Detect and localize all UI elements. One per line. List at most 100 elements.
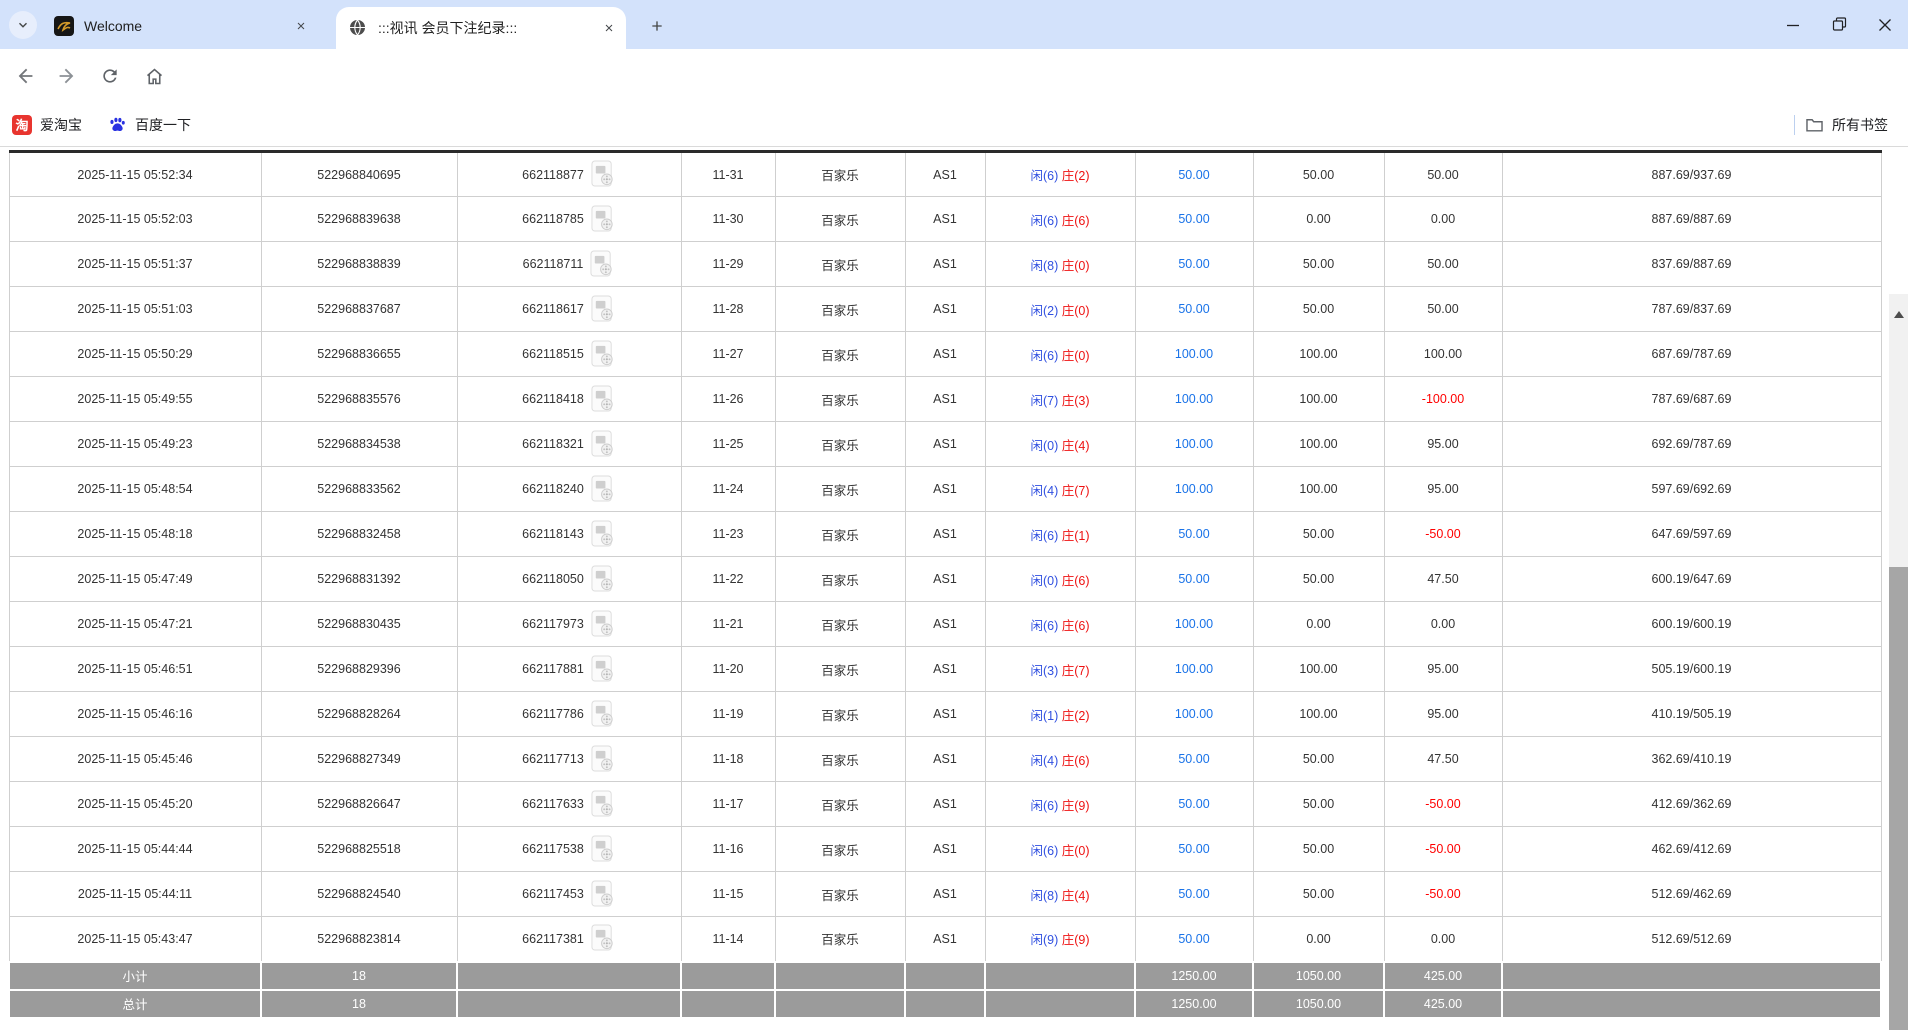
cell-bet-amount: 100.00: [1135, 422, 1253, 467]
video-record-icon[interactable]: [591, 924, 616, 953]
total-row: 总计181250.001050.00425.00: [9, 990, 1881, 1018]
round-number: 662117381: [522, 932, 584, 946]
scrollbar-thumb[interactable]: [1889, 567, 1908, 1030]
cell-bet-id: 522968831392: [261, 557, 457, 602]
tab-bet-record-close-icon[interactable]: [600, 19, 618, 37]
forward-button[interactable]: [52, 62, 80, 90]
total-row-bet-total: 1250.00: [1135, 990, 1253, 1018]
cell-table-no: 11-20: [681, 647, 775, 692]
win-loss-value: -50.00: [1425, 842, 1460, 856]
video-record-icon[interactable]: [591, 700, 616, 729]
cell-result: 闲(2) 庄(0): [985, 287, 1135, 332]
cell-balance: 462.69/412.69: [1502, 827, 1881, 872]
table-row: 2025-11-15 05:45:20522968826647662117633…: [9, 782, 1881, 827]
cell-balance: 505.19/600.19: [1502, 647, 1881, 692]
cell-game-type: 百家乐: [775, 512, 905, 557]
cell-result: 闲(6) 庄(6): [985, 602, 1135, 647]
back-arrow-icon: [15, 65, 37, 87]
cell-table-no: 11-15: [681, 872, 775, 917]
scroll-up-button[interactable]: [1889, 304, 1908, 324]
tab-welcome-close-icon[interactable]: [292, 17, 310, 35]
reload-button[interactable]: [96, 62, 124, 90]
bet-amount-link[interactable]: 50.00: [1178, 212, 1209, 226]
cell-bet-id: 522968836655: [261, 332, 457, 377]
video-record-icon[interactable]: [591, 160, 616, 189]
video-record-icon[interactable]: [591, 340, 616, 369]
video-record-icon[interactable]: [591, 745, 616, 774]
video-record-icon[interactable]: [591, 295, 616, 324]
cell-bet-amount: 100.00: [1135, 647, 1253, 692]
tab-search-button[interactable]: [9, 11, 37, 39]
video-record-icon[interactable]: [591, 835, 616, 864]
video-record-icon[interactable]: [591, 205, 616, 234]
bet-amount-link[interactable]: 100.00: [1175, 437, 1213, 451]
cell-bet-time: 2025-11-15 05:44:11: [9, 872, 261, 917]
video-record-icon[interactable]: [591, 565, 616, 594]
bet-amount-link[interactable]: 50.00: [1178, 302, 1209, 316]
all-bookmarks-button[interactable]: 所有书签: [1805, 115, 1888, 135]
round-number: 662118050: [522, 572, 584, 586]
cell-game-type: 百家乐: [775, 557, 905, 602]
cell-valid-amount: 0.00: [1253, 602, 1384, 647]
bet-amount-link[interactable]: 50.00: [1178, 572, 1209, 586]
cell-game-type: 百家乐: [775, 242, 905, 287]
result-banker: 庄(7): [1062, 664, 1090, 678]
cell-table-no: 11-18: [681, 737, 775, 782]
reload-icon: [100, 66, 120, 86]
bet-amount-link[interactable]: 100.00: [1175, 662, 1213, 676]
cell-result: 闲(1) 庄(2): [985, 692, 1135, 737]
cell-balance: 837.69/887.69: [1502, 242, 1881, 287]
bet-amount-link[interactable]: 100.00: [1175, 482, 1213, 496]
bet-amount-link[interactable]: 50.00: [1178, 527, 1209, 541]
bet-amount-link[interactable]: 50.00: [1178, 797, 1209, 811]
home-button[interactable]: [140, 62, 168, 90]
cell-round: 662118515: [457, 332, 681, 377]
result-player: 闲(8): [1030, 259, 1058, 273]
bookmark-aitaobao[interactable]: 淘 爱淘宝: [12, 115, 82, 135]
video-record-icon[interactable]: [591, 655, 616, 684]
video-record-icon[interactable]: [591, 475, 616, 504]
result-player: 闲(9): [1030, 933, 1058, 947]
video-record-icon[interactable]: [591, 880, 616, 909]
bet-amount-link[interactable]: 100.00: [1175, 617, 1213, 631]
baidu-paw-icon: [108, 116, 127, 134]
video-record-icon[interactable]: [591, 385, 616, 414]
back-button[interactable]: [12, 62, 40, 90]
bet-amount-link[interactable]: 100.00: [1175, 707, 1213, 721]
bet-amount-link[interactable]: 100.00: [1175, 347, 1213, 361]
bet-amount-link[interactable]: 50.00: [1178, 168, 1209, 182]
cell-result: 闲(8) 庄(0): [985, 242, 1135, 287]
bet-amount-link[interactable]: 50.00: [1178, 932, 1209, 946]
bet-amount-link[interactable]: 50.00: [1178, 752, 1209, 766]
bet-table-body: 2025-11-15 05:52:34522968840695662118877…: [9, 152, 1881, 1018]
minimize-button[interactable]: [1770, 0, 1816, 49]
result-banker: 庄(0): [1062, 349, 1090, 363]
bet-amount-link[interactable]: 100.00: [1175, 392, 1213, 406]
cell-round: 662118050: [457, 557, 681, 602]
video-record-icon[interactable]: [591, 520, 616, 549]
restore-button[interactable]: [1816, 0, 1862, 49]
bet-amount-link[interactable]: 50.00: [1178, 257, 1209, 271]
cell-game-type: 百家乐: [775, 647, 905, 692]
new-tab-button[interactable]: [644, 13, 670, 39]
result-player: 闲(4): [1030, 484, 1058, 498]
video-record-icon[interactable]: [590, 250, 615, 279]
table-row: 2025-11-15 05:51:37522968838839662118711…: [9, 242, 1881, 287]
tab-bet-record[interactable]: :::视讯 会员下注纪录:::: [336, 7, 626, 49]
video-record-icon[interactable]: [591, 430, 616, 459]
cell-account: AS1: [905, 782, 985, 827]
bet-amount-link[interactable]: 50.00: [1178, 842, 1209, 856]
round-number: 662117538: [522, 842, 584, 856]
bookmark-baidu[interactable]: 百度一下: [108, 115, 191, 135]
video-record-icon[interactable]: [591, 610, 616, 639]
close-window-button[interactable]: [1862, 0, 1908, 49]
cell-valid-amount: 100.00: [1253, 422, 1384, 467]
video-record-icon[interactable]: [591, 790, 616, 819]
bet-amount-link[interactable]: 50.00: [1178, 887, 1209, 901]
cell-game-type: 百家乐: [775, 917, 905, 962]
bookmark-baidu-label: 百度一下: [135, 115, 191, 135]
vertical-scrollbar[interactable]: [1889, 294, 1908, 1030]
cell-table-no: 11-28: [681, 287, 775, 332]
tab-welcome[interactable]: Welcome: [42, 8, 318, 44]
result-banker: 庄(9): [1062, 799, 1090, 813]
